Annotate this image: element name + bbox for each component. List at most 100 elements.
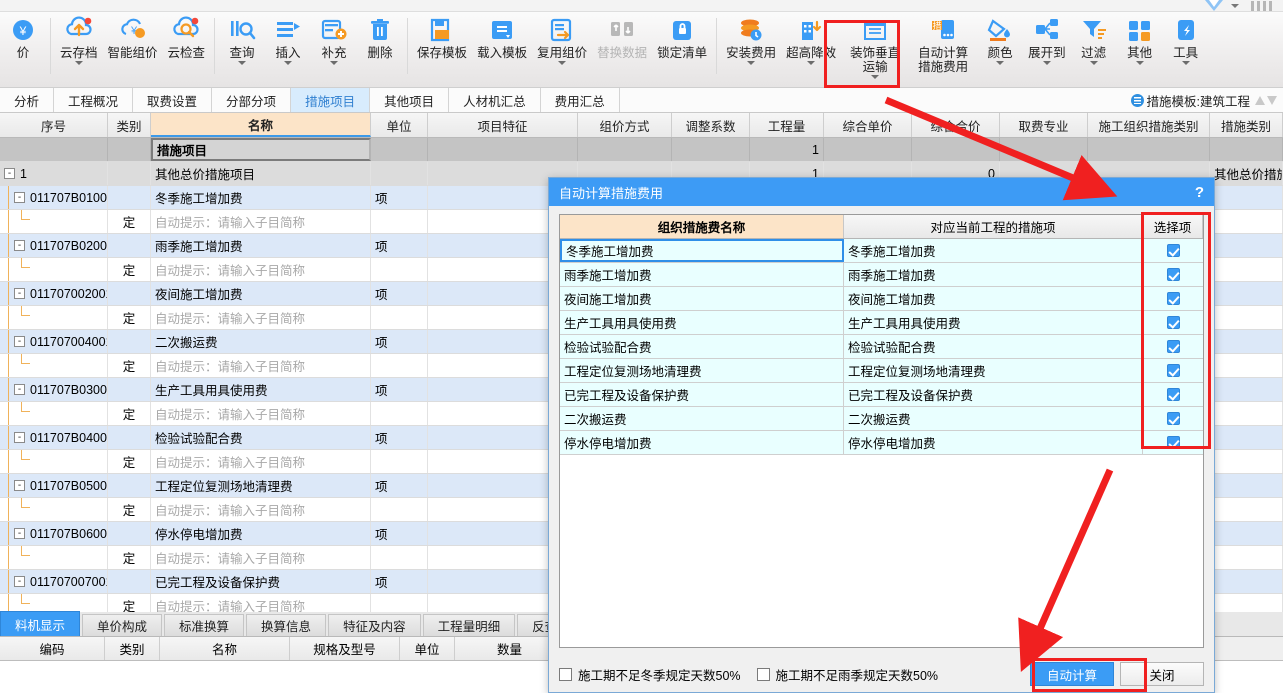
table-cell[interactable]: 项 bbox=[371, 522, 428, 545]
table-cell[interactable]: 定 bbox=[108, 450, 151, 473]
dialog-table-row[interactable]: 二次搬运费 二次搬运费 bbox=[560, 407, 1203, 431]
table-cell[interactable] bbox=[1210, 426, 1283, 449]
table-cell[interactable] bbox=[428, 138, 578, 161]
table-cell[interactable]: 其他总价措施项目 bbox=[151, 162, 371, 185]
measure-fee-name[interactable]: 二次搬运费 bbox=[560, 407, 844, 430]
close-button[interactable]: 关闭 bbox=[1120, 662, 1204, 686]
grid-column-header[interactable]: 措施类别 bbox=[1210, 113, 1283, 137]
bottom-tab-工程量明细[interactable]: 工程量明细 bbox=[422, 614, 516, 636]
grid-column-header[interactable]: 综合合价 bbox=[912, 113, 1000, 137]
table-cell[interactable] bbox=[371, 210, 428, 233]
measure-fee-name[interactable]: 已完工程及设备保护费 bbox=[560, 383, 844, 406]
table-cell[interactable] bbox=[1210, 258, 1283, 281]
table-cell[interactable] bbox=[371, 498, 428, 521]
ribbon-button-supplement[interactable]: 补充 bbox=[311, 12, 357, 86]
table-cell[interactable] bbox=[0, 258, 108, 281]
row-expander[interactable]: - bbox=[14, 432, 25, 443]
table-cell[interactable] bbox=[108, 282, 151, 305]
measure-fee-name[interactable]: 工程定位复测场地清理费 bbox=[560, 359, 844, 382]
table-cell[interactable]: 项 bbox=[371, 234, 428, 257]
mapped-measure-item[interactable]: 二次搬运费 bbox=[844, 407, 1143, 430]
tab-分析[interactable]: 分析 bbox=[0, 88, 55, 112]
ribbon-button-expand-to[interactable]: 展开到 bbox=[1023, 12, 1071, 86]
bottom-column-header[interactable]: 名称 bbox=[160, 637, 290, 660]
table-cell[interactable] bbox=[1210, 234, 1283, 257]
table-cell[interactable] bbox=[108, 186, 151, 209]
table-cell[interactable] bbox=[0, 498, 108, 521]
ribbon-button-smart-price[interactable]: ¥ 智能组价 bbox=[103, 12, 163, 86]
row-checkbox[interactable] bbox=[1166, 412, 1180, 425]
table-cell[interactable] bbox=[108, 522, 151, 545]
table-cell[interactable] bbox=[371, 138, 428, 161]
table-cell[interactable] bbox=[1210, 522, 1283, 545]
table-cell[interactable] bbox=[1210, 498, 1283, 521]
table-cell[interactable]: 自动提示：请输入子目简称 bbox=[151, 306, 371, 329]
bottom-column-header[interactable]: 类别 bbox=[105, 637, 160, 660]
table-cell[interactable] bbox=[1210, 186, 1283, 209]
table-cell[interactable]: -011707007001 bbox=[0, 570, 108, 593]
table-cell[interactable] bbox=[108, 162, 151, 185]
mapped-measure-item[interactable]: 雨季施工增加费 bbox=[844, 263, 1143, 286]
tab-取费设置[interactable]: 取费设置 bbox=[133, 88, 213, 112]
ribbon-button-load-template[interactable]: 载入模板 bbox=[472, 12, 532, 86]
table-cell[interactable] bbox=[371, 306, 428, 329]
bottom-column-header[interactable]: 编码 bbox=[0, 637, 105, 660]
table-cell[interactable] bbox=[0, 402, 108, 425]
table-cell[interactable]: 工程定位复测场地清理费 bbox=[151, 474, 371, 497]
table-cell[interactable]: 定 bbox=[108, 402, 151, 425]
mapped-measure-item[interactable]: 检验试验配合费 bbox=[844, 335, 1143, 358]
dialog-table-row[interactable]: 检验试验配合费 检验试验配合费 bbox=[560, 335, 1203, 359]
select-checkbox-cell[interactable] bbox=[1143, 431, 1203, 454]
grid-column-header[interactable]: 调整系数 bbox=[672, 113, 750, 137]
dialog-column-header[interactable]: 对应当前工程的措施项 bbox=[844, 215, 1143, 238]
rainy-days-checkbox[interactable] bbox=[756, 667, 770, 681]
row-expander[interactable]: - bbox=[4, 168, 15, 179]
table-cell[interactable]: 自动提示：请输入子目简称 bbox=[151, 594, 371, 612]
chevron-down-icon[interactable] bbox=[996, 61, 1005, 65]
dialog-table-row[interactable]: 已完工程及设备保护费 已完工程及设备保护费 bbox=[560, 383, 1203, 407]
table-cell[interactable]: 定 bbox=[108, 498, 151, 521]
bottom-tab-换算信息[interactable]: 换算信息 bbox=[246, 614, 327, 636]
table-cell[interactable] bbox=[0, 594, 108, 612]
mapped-measure-item[interactable]: 停水停电增加费 bbox=[844, 431, 1143, 454]
table-cell[interactable] bbox=[0, 354, 108, 377]
grid-column-header[interactable]: 类别 bbox=[108, 113, 151, 137]
table-cell[interactable]: 已完工程及设备保护费 bbox=[151, 570, 371, 593]
dialog-column-header[interactable]: 组织措施费名称 bbox=[560, 215, 844, 238]
row-expander[interactable]: - bbox=[14, 384, 25, 395]
tab-分部分项[interactable]: 分部分项 bbox=[212, 88, 292, 112]
table-cell[interactable]: 定 bbox=[108, 594, 151, 612]
ribbon-button-other[interactable]: 其他 bbox=[1117, 12, 1163, 86]
table-cell[interactable]: 自动提示：请输入子目简称 bbox=[151, 450, 371, 473]
table-cell[interactable] bbox=[578, 138, 672, 161]
dialog-table-row[interactable]: 停水停电增加费 停水停电增加费 bbox=[560, 431, 1203, 455]
table-cell[interactable] bbox=[108, 138, 151, 161]
select-checkbox-cell[interactable] bbox=[1143, 263, 1203, 286]
table-cell[interactable]: -011707B06001 bbox=[0, 522, 108, 545]
select-checkbox-cell[interactable] bbox=[1143, 407, 1203, 430]
table-cell[interactable]: 1 bbox=[750, 138, 824, 161]
table-cell[interactable]: 自动提示：请输入子目简称 bbox=[151, 210, 371, 233]
grid-column-header[interactable]: 单位 bbox=[371, 113, 428, 137]
ribbon-button-filter[interactable]: 过滤 bbox=[1071, 12, 1117, 86]
table-cell[interactable]: 自动提示：请输入子目简称 bbox=[151, 258, 371, 281]
ribbon-button-lock-list[interactable]: 锁定清单 bbox=[652, 12, 712, 86]
table-cell[interactable] bbox=[1210, 474, 1283, 497]
select-checkbox-cell[interactable] bbox=[1143, 359, 1203, 382]
chevron-down-icon[interactable] bbox=[558, 61, 567, 65]
table-cell[interactable]: -011707002001 bbox=[0, 282, 108, 305]
ribbon-button-tools[interactable]: 工具 bbox=[1163, 12, 1209, 86]
table-cell[interactable] bbox=[108, 378, 151, 401]
table-cell[interactable] bbox=[1210, 378, 1283, 401]
table-cell[interactable]: -011707B01001 bbox=[0, 186, 108, 209]
table-cell[interactable]: 停水停电增加费 bbox=[151, 522, 371, 545]
select-checkbox-cell[interactable] bbox=[1143, 311, 1203, 334]
table-cell[interactable] bbox=[1210, 450, 1283, 473]
row-expander[interactable]: - bbox=[14, 336, 25, 347]
row-expander[interactable]: - bbox=[14, 240, 25, 251]
tab-措施项目[interactable]: 措施项目 bbox=[291, 88, 371, 112]
mapped-measure-item[interactable]: 已完工程及设备保护费 bbox=[844, 383, 1143, 406]
row-expander[interactable]: - bbox=[14, 528, 25, 539]
mapped-measure-item[interactable]: 夜间施工增加费 bbox=[844, 287, 1143, 310]
row-checkbox[interactable] bbox=[1166, 292, 1180, 305]
